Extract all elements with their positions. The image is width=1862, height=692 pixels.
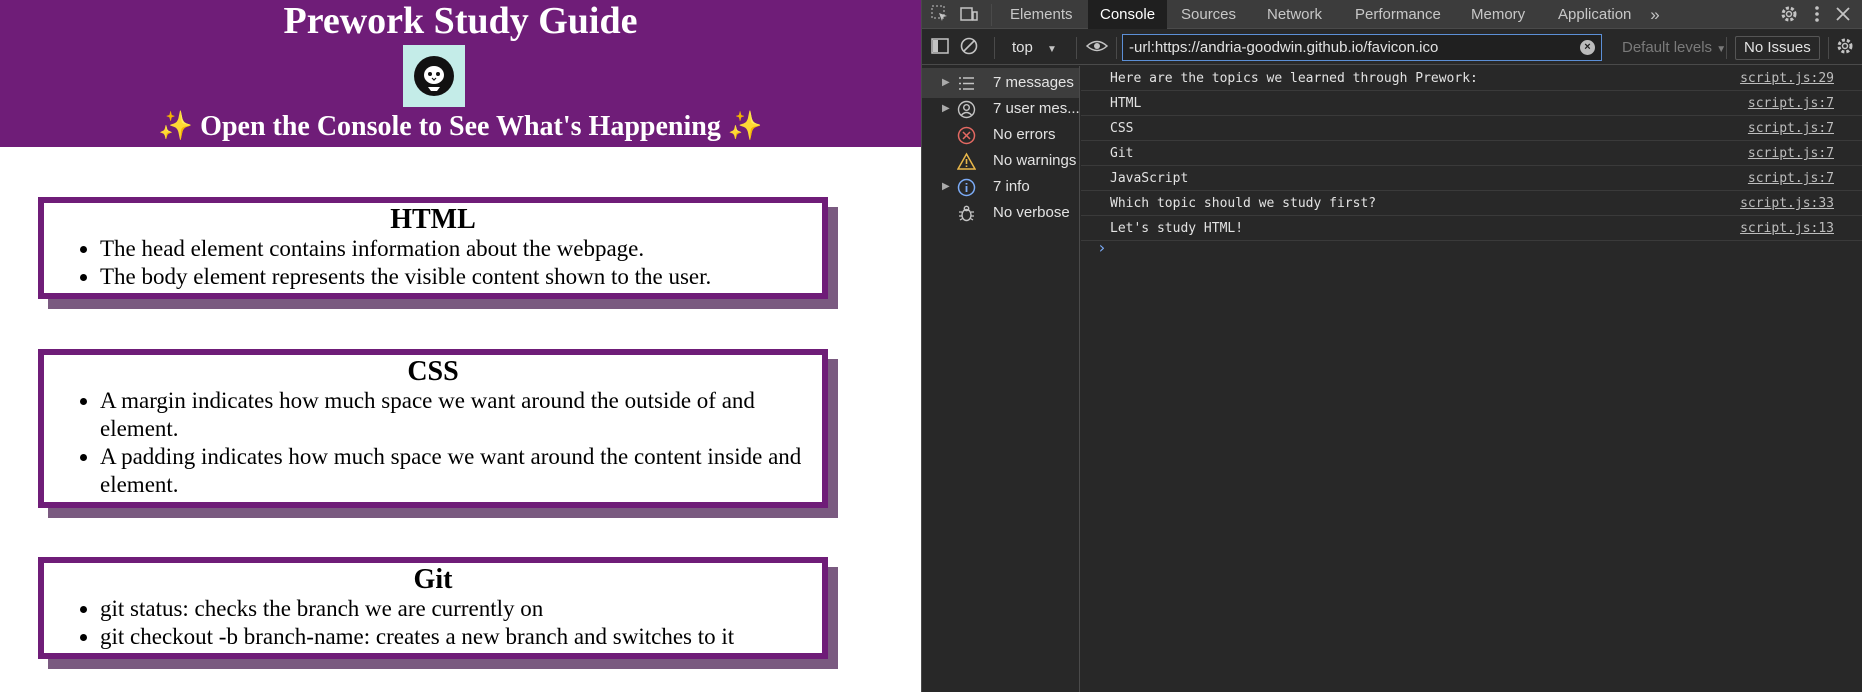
tab-network[interactable]: Network <box>1255 0 1334 29</box>
clear-console-icon[interactable] <box>958 36 980 58</box>
console-sidebar: ▶ 7 messages ▶ 7 user mes... No errors N… <box>922 66 1080 692</box>
list-item: git status: checks the branch we are cur… <box>100 595 812 623</box>
list-item: A padding indicates how much space we wa… <box>100 443 812 499</box>
message-text: Which topic should we study first? <box>1110 196 1377 211</box>
console-toolbar: top ▼ -url:https://andria-goodwin.github… <box>922 30 1862 65</box>
message-text: Git <box>1110 146 1134 161</box>
divider <box>1116 37 1117 59</box>
section-list: git status: checks the branch we are cur… <box>100 595 822 651</box>
section-card-git: Git git status: checks the branch we are… <box>38 557 828 659</box>
console-prompt-icon[interactable]: › <box>1097 238 1107 257</box>
message-source-link[interactable]: script.js:7 <box>1748 166 1834 191</box>
sidebar-item-label: No verbose <box>993 204 1070 221</box>
kebab-menu-icon[interactable] <box>1806 4 1828 26</box>
console-message: CSS script.js:7 <box>1081 116 1862 141</box>
chevron-double-right-icon[interactable]: » <box>1644 4 1666 26</box>
context-value: top <box>1012 39 1033 56</box>
message-source-link[interactable]: script.js:33 <box>1740 191 1834 216</box>
gear-icon[interactable] <box>1778 4 1800 26</box>
devtools-panel: Elements Console Sources Network Perform… <box>921 0 1862 692</box>
dropdown-arrow-icon: ▼ <box>1716 44 1727 55</box>
section-heading: HTML <box>390 204 476 235</box>
section-list: The head element contains information ab… <box>100 235 822 291</box>
log-levels-dropdown[interactable]: Default levels ▼ <box>1622 36 1726 62</box>
divider <box>1828 37 1829 59</box>
webpage: Prework Study Guide ✨ Open the Console t… <box>0 0 921 692</box>
error-icon <box>957 126 976 145</box>
page-header: Prework Study Guide ✨ Open the Console t… <box>0 0 921 147</box>
console-message: Which topic should we study first? scrip… <box>1081 191 1862 216</box>
info-icon <box>957 178 976 197</box>
console-messages: Here are the topics we learned through P… <box>1081 66 1862 692</box>
sidebar-toggle-icon[interactable] <box>929 36 951 58</box>
message-source-link[interactable]: script.js:29 <box>1740 66 1834 91</box>
section-card-css: CSS A margin indicates how much space we… <box>38 349 828 508</box>
message-text: CSS <box>1110 121 1134 136</box>
tab-performance[interactable]: Performance <box>1343 0 1453 29</box>
eye-icon[interactable] <box>1085 36 1109 58</box>
dropdown-arrow-icon: ▼ <box>1047 44 1057 55</box>
bug-icon <box>957 204 976 223</box>
sidebar-item-verbose[interactable]: No verbose <box>922 198 1079 228</box>
device-toolbar-icon[interactable] <box>958 4 980 26</box>
divider <box>1726 37 1727 59</box>
close-icon[interactable] <box>1832 4 1854 26</box>
warning-icon <box>956 152 977 171</box>
console-message: Here are the topics we learned through P… <box>1081 66 1862 91</box>
console-message: Git script.js:7 <box>1081 141 1862 166</box>
message-source-link[interactable]: script.js:7 <box>1748 141 1834 166</box>
console-message: HTML script.js:7 <box>1081 91 1862 116</box>
message-source-link[interactable]: script.js:7 <box>1748 91 1834 116</box>
user-icon <box>957 100 976 119</box>
list-icon <box>957 74 976 93</box>
page-title: Prework Study Guide <box>283 0 638 42</box>
filter-value: -url:https://andria-goodwin.github.io/fa… <box>1129 39 1439 56</box>
section-card-html: HTML The head element contains informati… <box>38 197 828 299</box>
console-message: Let's study HTML! script.js:13 <box>1081 216 1862 241</box>
message-source-link[interactable]: script.js:13 <box>1740 216 1834 241</box>
section-heading: CSS <box>407 356 459 387</box>
devtools-tabbar: Elements Console Sources Network Perform… <box>922 0 1862 29</box>
clear-filter-icon[interactable]: × <box>1580 40 1595 55</box>
divider <box>991 4 992 26</box>
message-text: JavaScript <box>1110 171 1189 186</box>
tab-console[interactable]: Console <box>1088 0 1168 29</box>
cat-logo-icon <box>403 45 465 107</box>
tab-memory[interactable]: Memory <box>1459 0 1537 29</box>
message-source-link[interactable]: script.js:7 <box>1748 116 1834 141</box>
filter-input[interactable]: -url:https://andria-goodwin.github.io/fa… <box>1122 34 1602 61</box>
tab-elements[interactable]: Elements <box>998 0 1085 29</box>
message-text: Let's study HTML! <box>1110 221 1244 236</box>
console-settings-gear-icon[interactable] <box>1834 36 1856 58</box>
divider <box>994 37 995 59</box>
section-heading: Git <box>413 564 453 595</box>
console-message: JavaScript script.js:7 <box>1081 166 1862 191</box>
section-list: A margin indicates how much space we wan… <box>100 387 822 499</box>
message-text: HTML <box>1110 96 1142 111</box>
list-item: git checkout -b branch-name: creates a n… <box>100 623 812 651</box>
inspect-element-icon[interactable] <box>929 4 951 26</box>
message-text: Here are the topics we learned through P… <box>1110 71 1478 86</box>
list-item: The body element represents the visible … <box>100 263 812 291</box>
page-subtitle: ✨ Open the Console to See What's Happeni… <box>158 111 763 142</box>
context-select[interactable]: top ▼ <box>1012 36 1057 60</box>
list-item: The head element contains information ab… <box>100 235 812 263</box>
list-item: A margin indicates how much space we wan… <box>100 387 812 443</box>
tab-application[interactable]: Application <box>1546 0 1643 29</box>
divider <box>1076 37 1077 59</box>
log-levels-label: Default levels <box>1622 39 1713 56</box>
tab-sources[interactable]: Sources <box>1169 0 1248 29</box>
issues-button[interactable]: No Issues <box>1735 36 1820 60</box>
